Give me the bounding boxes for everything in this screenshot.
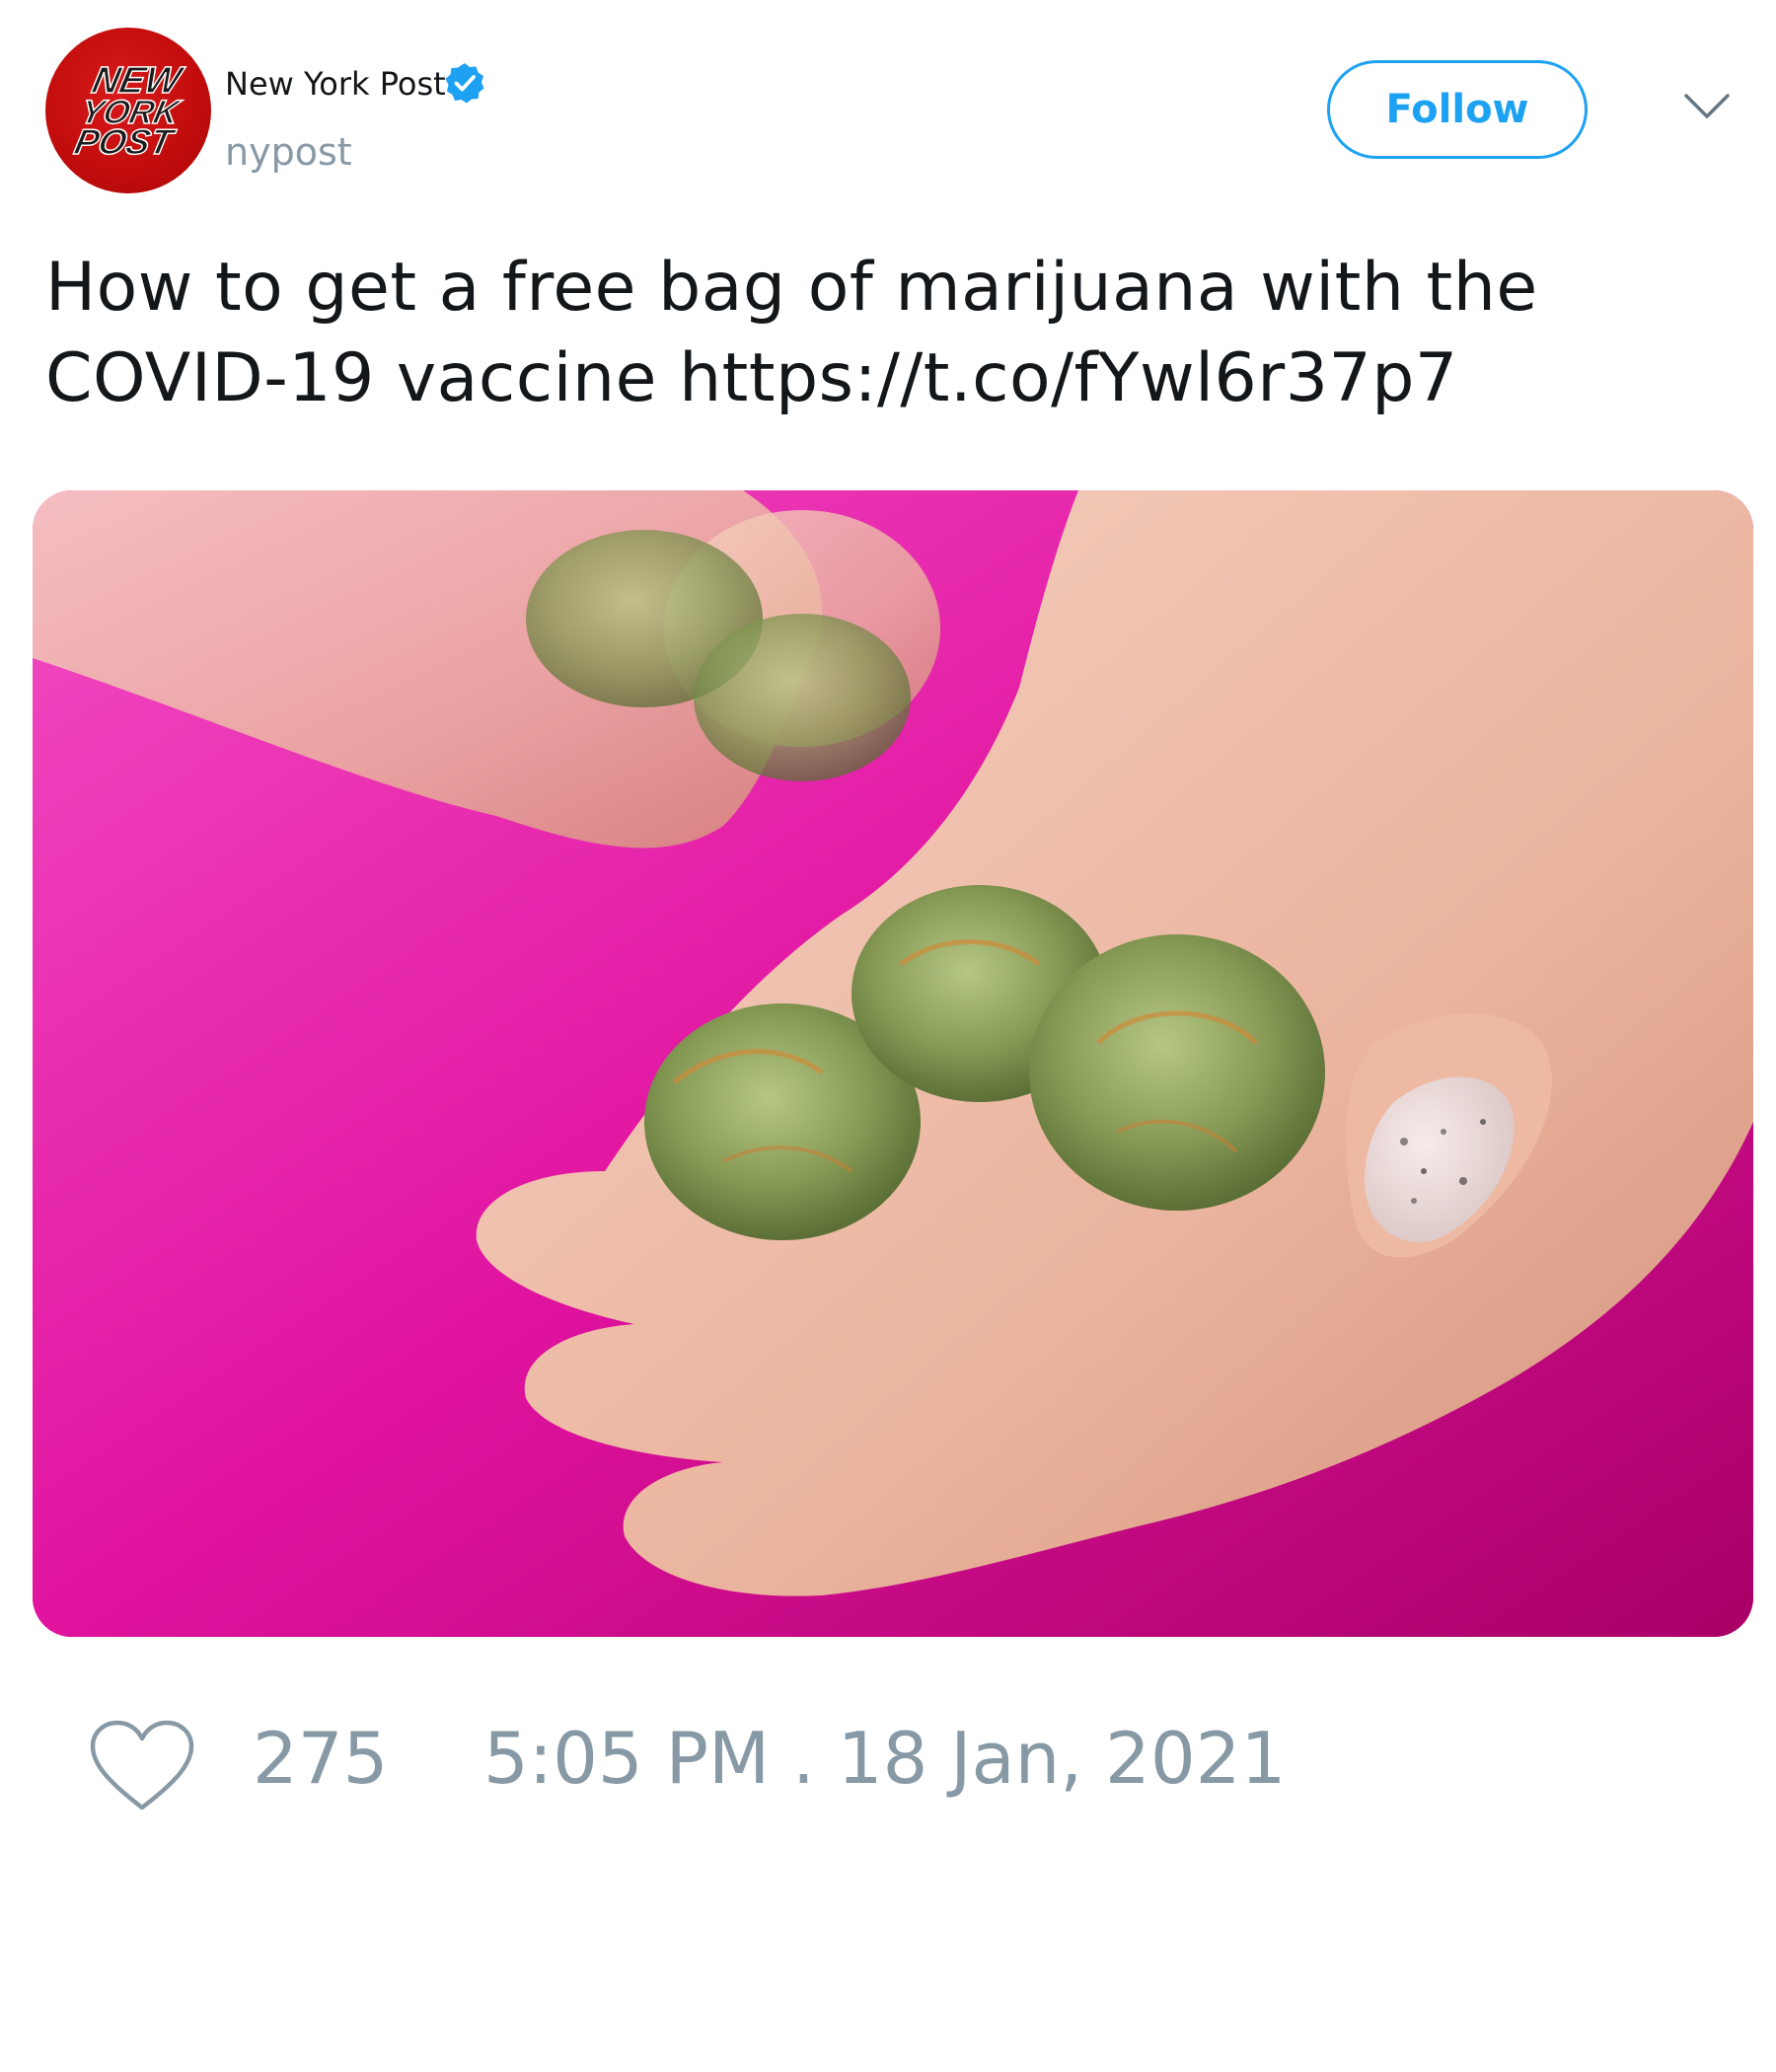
timestamp[interactable]: 5:05 PM . 18 Jan, 2021 xyxy=(483,1717,1286,1800)
tweet-text: How to get a free bag of marijuana with … xyxy=(45,243,1723,424)
like-count: 275 xyxy=(253,1717,389,1800)
photo-illustration xyxy=(33,490,1753,1637)
handle[interactable]: nypost xyxy=(225,130,352,174)
chevron-down-icon[interactable] xyxy=(1683,91,1731,122)
tweet-link[interactable]: https://t.co/fYwl6r37p7 xyxy=(679,339,1458,417)
display-name[interactable]: New York Post xyxy=(225,65,446,103)
new-york-post-logo: NEW YORK POST xyxy=(70,59,188,163)
heart-icon[interactable] xyxy=(89,1719,195,1813)
verified-badge-icon xyxy=(445,63,484,104)
avatar[interactable]: NEW YORK POST xyxy=(45,28,211,193)
logo-line-3: POST xyxy=(71,121,179,162)
tweet-photo[interactable] xyxy=(33,490,1753,1637)
follow-button[interactable]: Follow xyxy=(1327,60,1588,159)
